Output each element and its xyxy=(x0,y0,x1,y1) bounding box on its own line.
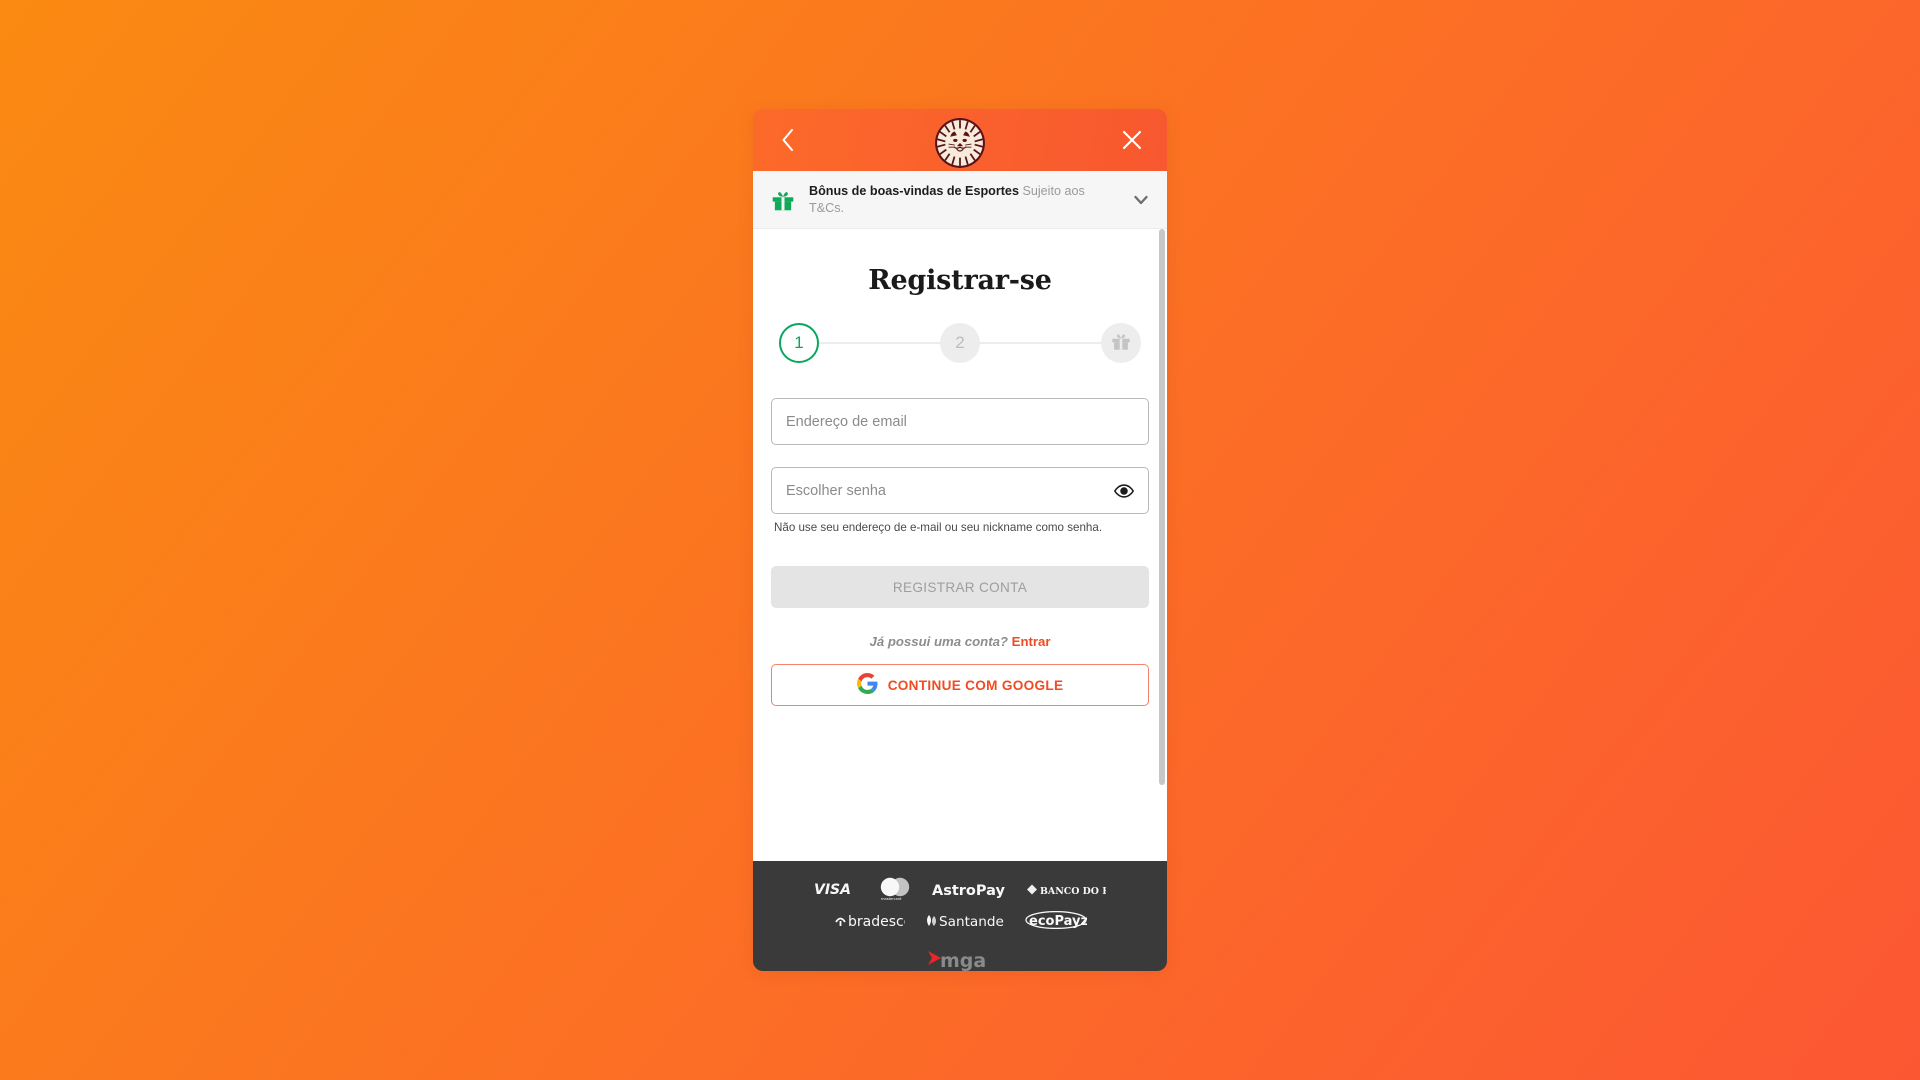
scrollbar-thumb[interactable] xyxy=(1159,229,1165,786)
visa-logo: VISA xyxy=(814,881,858,897)
chevron-down-icon[interactable] xyxy=(1129,190,1153,210)
bradesco-logo: bradesco xyxy=(833,911,905,929)
santander-logo: Santander xyxy=(925,911,1005,929)
google-g-icon xyxy=(856,673,878,697)
mastercard-logo: mastercard xyxy=(876,877,914,901)
password-input[interactable] xyxy=(771,467,1149,514)
password-field-wrapper xyxy=(771,467,1149,514)
stepper-step-2[interactable]: 2 xyxy=(940,323,980,363)
stepper-step-1[interactable]: 1 xyxy=(779,323,819,363)
close-icon xyxy=(1121,129,1143,151)
login-link[interactable]: Entrar xyxy=(1012,634,1051,649)
continue-with-google-button[interactable]: CONTINUE COM GOOGLE xyxy=(771,664,1149,706)
ecopayz-logo: ecoPayz xyxy=(1025,911,1087,929)
astropay-logo: AstroPay xyxy=(932,881,1006,898)
chevron-left-icon xyxy=(779,127,797,153)
svg-text:bradesco: bradesco xyxy=(848,914,905,929)
payment-logos-row-2: bradesco Santander ecoPayz xyxy=(833,909,1087,931)
bonus-banner-text: Bônus de boas-vindas de Esportes Sujeito… xyxy=(809,183,1117,215)
login-prompt-text: Já possui uma conta? xyxy=(869,634,1008,649)
gift-icon xyxy=(1110,330,1132,357)
svg-text:BANCO DO BRASIL: BANCO DO BRASIL xyxy=(1040,886,1106,897)
eye-icon[interactable] xyxy=(1111,478,1137,504)
gift-icon xyxy=(769,186,797,214)
email-field-wrapper xyxy=(771,398,1149,445)
svg-text:mga: mga xyxy=(940,950,986,971)
svg-text:ecoPayz: ecoPayz xyxy=(1029,914,1087,929)
email-input[interactable] xyxy=(771,398,1149,445)
banco-do-brasil-logo: BANCO DO BRASIL xyxy=(1024,881,1106,898)
svg-text:VISA: VISA xyxy=(814,882,851,897)
registration-modal: Bônus de boas-vindas de Esportes Sujeito… xyxy=(753,109,1167,971)
mga-license-logo: mga xyxy=(924,945,996,971)
registration-stepper: 1 2 xyxy=(779,322,1141,364)
password-hint: Não use seu endereço de e-mail ou seu ni… xyxy=(774,521,1103,534)
stepper-step-1-label: 1 xyxy=(794,333,804,352)
stepper-step-3[interactable] xyxy=(1101,323,1141,363)
close-button[interactable] xyxy=(1105,109,1159,171)
svg-text:Santander: Santander xyxy=(939,914,1005,929)
login-prompt: Já possui uma conta? Entrar xyxy=(771,634,1149,649)
svg-text:mastercard: mastercard xyxy=(881,897,901,901)
bonus-banner[interactable]: Bônus de boas-vindas de Esportes Sujeito… xyxy=(753,171,1167,229)
svg-text:AstroPay: AstroPay xyxy=(932,883,1005,898)
leovegas-lion-logo xyxy=(934,117,986,169)
payment-methods-footer: VISA mastercard AstroPay BANCO DO brades… xyxy=(753,861,1167,971)
google-button-label: CONTINUE COM GOOGLE xyxy=(887,677,1064,693)
bonus-title: Bônus de boas-vindas de Esportes xyxy=(809,184,1019,199)
stepper-step-2-label: 2 xyxy=(955,333,965,352)
back-button[interactable] xyxy=(761,109,815,171)
body-scrollbar[interactable] xyxy=(1159,229,1165,861)
modal-header xyxy=(753,109,1167,171)
payment-logos-row-1: VISA mastercard AstroPay BANCO DO xyxy=(814,877,1106,901)
modal-body: Registrar-se 1 2 Endereço de email Escol… xyxy=(753,229,1167,861)
register-account-button[interactable]: REGISTRAR CONTA xyxy=(771,566,1149,608)
page-title: Registrar-se xyxy=(868,265,1052,296)
